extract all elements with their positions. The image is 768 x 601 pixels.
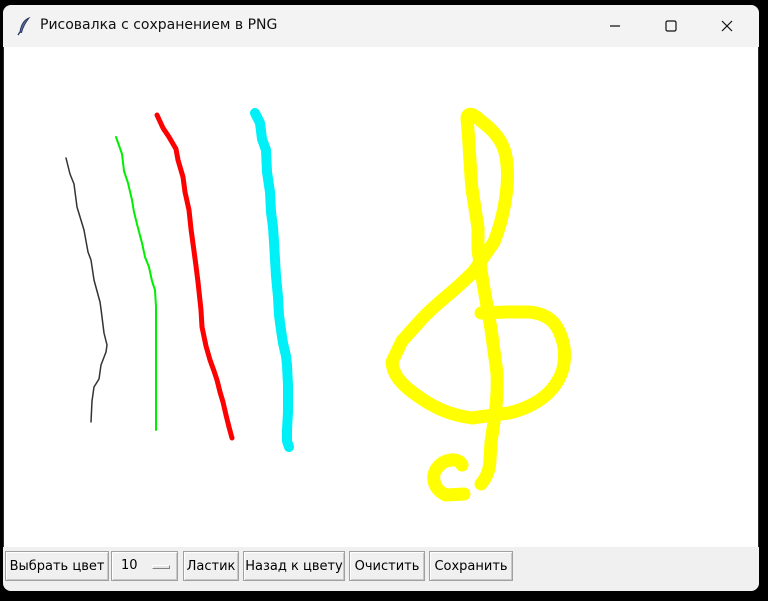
treble-clef [385,107,571,502]
brush-size-select[interactable]: 10 [111,551,178,581]
feather-icon [15,16,35,36]
close-icon [721,20,733,32]
clear-button[interactable]: Очистить [349,551,425,581]
eraser-button[interactable]: Ластик [183,551,239,581]
minimize-button[interactable] [587,5,643,47]
cyan-line [250,108,294,452]
dropdown-indicator-icon [152,565,170,569]
save-button[interactable]: Сохранить [429,551,513,581]
brush-size-value: 10 [121,558,138,573]
back-to-color-button[interactable]: Назад к цвету [243,551,345,581]
red-line [154,112,235,441]
drawing-canvas[interactable] [4,47,758,547]
green-line [115,136,157,431]
maximize-button[interactable] [643,5,699,47]
black-line [65,157,108,423]
toolbar: Выбрать цвет 10 Ластик Назад к цвету Очи… [3,547,759,591]
maximize-icon [665,20,677,32]
minimize-icon [610,25,620,27]
choose-color-button[interactable]: Выбрать цвет [5,551,109,581]
app-window: Рисовалка с сохранением в PNG Выбрать цв… [3,5,759,591]
window-title: Рисовалка с сохранением в PNG [40,17,278,33]
title-bar[interactable]: Рисовалка с сохранением в PNG [3,5,759,47]
close-button[interactable] [699,5,755,47]
